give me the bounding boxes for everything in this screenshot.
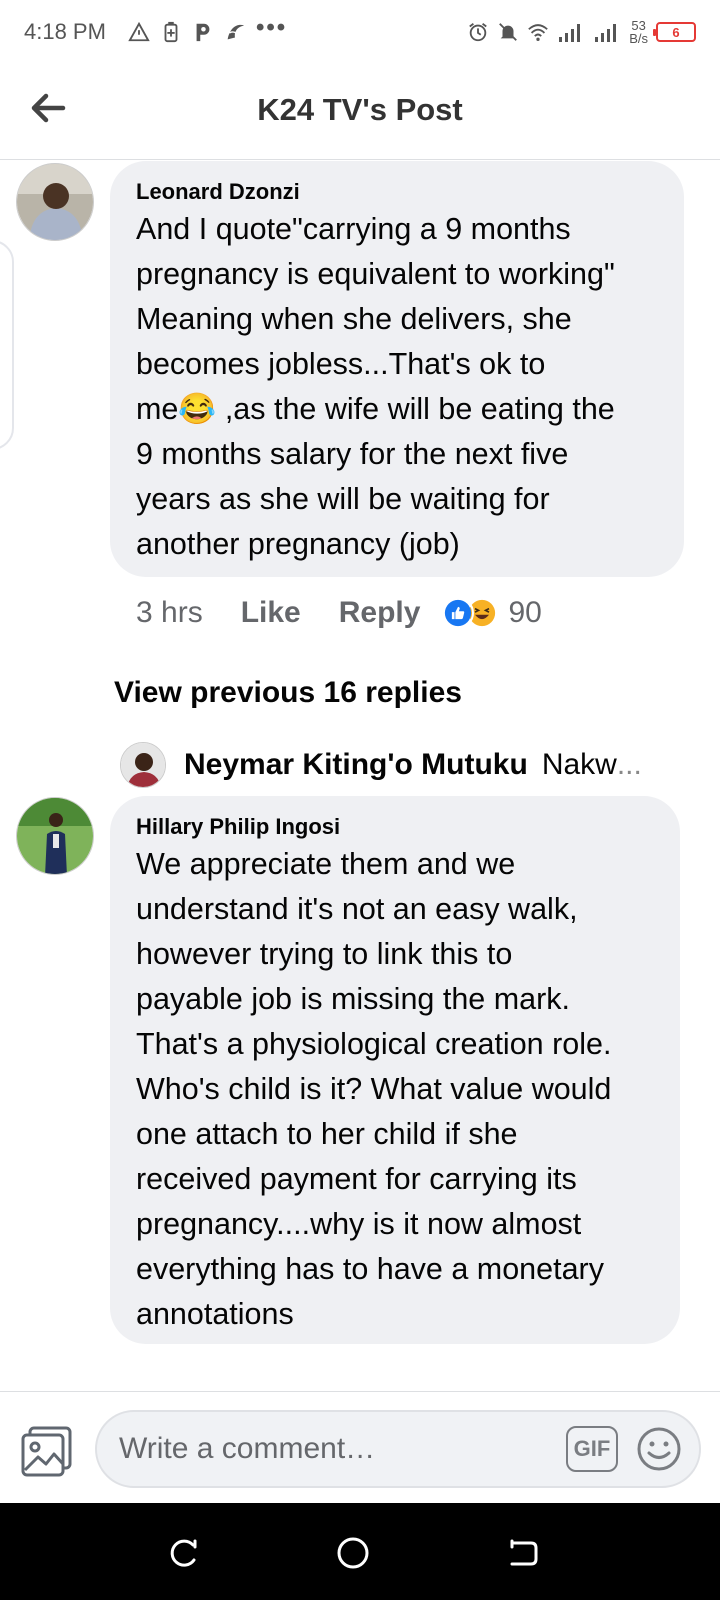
comment-line: becomes jobless...That's ok to xyxy=(136,347,546,381)
photo-icon[interactable] xyxy=(20,1424,74,1478)
comment-line: me😂 ,as the wife will be eating the xyxy=(136,392,615,426)
home-icon[interactable] xyxy=(333,1533,373,1573)
latest-reply[interactable]: Neymar Kiting'o Mutuku Nakw ... xyxy=(120,740,680,790)
comment-line: one attach to her child if she xyxy=(136,1117,518,1151)
gif-button[interactable]: GIF xyxy=(566,1426,618,1472)
comment-timestamp: 3 hrs xyxy=(136,596,203,629)
comment-line: pregnancy is equivalent to working" xyxy=(136,257,615,291)
wifi-icon xyxy=(528,24,548,41)
battery-level: 6 xyxy=(672,24,680,40)
battery-icon: 6 xyxy=(653,22,696,42)
comment-line: received payment for carrying its xyxy=(136,1162,577,1196)
comment-line: Who's child is it? What value would xyxy=(136,1072,612,1106)
back-nav-icon[interactable] xyxy=(503,1533,543,1573)
status-time: 4:18 PM xyxy=(24,19,106,44)
comment-line: everything has to have a monetary xyxy=(136,1252,604,1286)
comment-author[interactable]: Hillary Philip Ingosi xyxy=(136,812,654,842)
comment-line: That's a physiological creation role. xyxy=(136,1027,612,1061)
comment-line: however trying to link this to xyxy=(136,937,513,971)
view-previous-replies[interactable]: View previous 16 replies xyxy=(114,676,462,710)
comment-actions: 3 hrs Like Reply 90 xyxy=(136,593,542,633)
avatar[interactable] xyxy=(16,163,94,241)
reply-avatar-image xyxy=(121,743,165,787)
more-dots-icon: ••• xyxy=(255,14,288,41)
warning-icon xyxy=(128,21,150,42)
p-app-icon xyxy=(196,23,210,42)
avatar[interactable] xyxy=(16,797,94,875)
comment-bubble[interactable]: Leonard Dzonzi And I quote"carrying a 9 … xyxy=(110,161,684,577)
gif-label: GIF xyxy=(573,1436,611,1461)
comment-line: annotations xyxy=(136,1297,294,1331)
status-bar: 4:18 PM ••• 53 B/s 6 xyxy=(0,0,720,64)
recents-icon[interactable] xyxy=(163,1533,203,1573)
system-nav-bar xyxy=(0,1503,720,1600)
app-icon xyxy=(227,24,245,40)
page-title: K24 TV's Post xyxy=(257,92,463,127)
avatar-image xyxy=(17,798,93,874)
comment-line: 9 months salary for the next five xyxy=(136,437,569,471)
comment-line: payable job is missing the mark. xyxy=(136,982,570,1016)
comment-text: And I quote"carrying a 9 months pregnanc… xyxy=(136,207,658,567)
comment-line: And I quote"carrying a 9 months xyxy=(136,212,571,246)
status-system-icons: 53 B/s 6 xyxy=(467,0,696,64)
network-speed: 53 B/s xyxy=(629,19,648,45)
battery-saver-icon xyxy=(164,21,178,43)
comment-line: another pregnancy (job) xyxy=(136,527,460,561)
like-button[interactable]: Like xyxy=(241,596,301,630)
reply-button[interactable]: Reply xyxy=(339,596,421,630)
reply-ellipsis: ... xyxy=(616,748,642,781)
comment-line: years as she will be waiting for xyxy=(136,482,550,516)
side-handle[interactable] xyxy=(0,240,14,450)
comment-bubble[interactable]: Hillary Philip Ingosi We appreciate them… xyxy=(110,796,680,1344)
reply-avatar[interactable] xyxy=(120,742,166,788)
header: K24 TV's Post xyxy=(0,64,720,160)
comment-line: pregnancy....why is it now almost xyxy=(136,1207,582,1241)
reply-author[interactable]: Neymar Kiting'o Mutuku xyxy=(184,748,528,782)
comment-line: We appreciate them and we xyxy=(136,847,516,881)
comment-line: understand it's not an easy walk, xyxy=(136,892,578,926)
reply-snippet: Nakw xyxy=(541,748,617,781)
reaction-count[interactable]: 90 xyxy=(508,596,541,630)
comment-text: We appreciate them and we understand it'… xyxy=(136,842,654,1337)
mute-icon xyxy=(499,23,518,41)
comment-author[interactable]: Leonard Dzonzi xyxy=(136,177,658,207)
signal-icon xyxy=(559,24,581,42)
signal-icon-2 xyxy=(595,24,617,42)
alarm-icon xyxy=(469,23,488,42)
status-notification-icons: ••• xyxy=(128,14,287,44)
comment-composer: GIF xyxy=(0,1391,720,1503)
reactions[interactable] xyxy=(442,597,499,629)
network-speed-unit: B/s xyxy=(629,31,648,46)
emoji-icon[interactable] xyxy=(636,1426,682,1472)
comment-line: Meaning when she delivers, she xyxy=(136,302,572,336)
avatar-image xyxy=(17,164,93,240)
